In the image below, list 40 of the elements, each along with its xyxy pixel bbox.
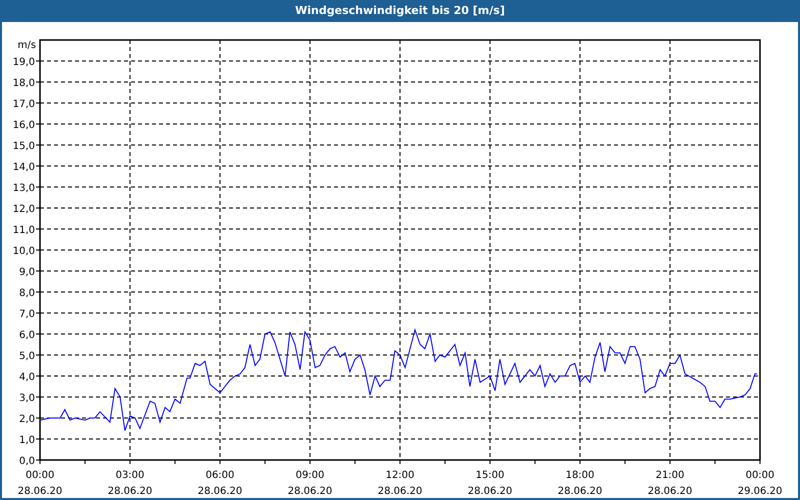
x-date-label: 28.06.20 [648,486,692,497]
x-date-label: 28.06.20 [288,486,332,497]
y-tick-label: 4,0 [19,372,35,383]
y-tick-label: 11,0 [12,225,35,236]
x-tick-label: 00:00 [746,470,774,481]
x-date-label: 29.06.20 [738,486,782,497]
y-tick-label: 7,0 [19,309,35,320]
x-date-label: 28.06.20 [558,486,602,497]
y-tick-label: 8,0 [19,288,35,299]
y-tick-label: 5,0 [19,351,35,362]
x-tick-label: 12:00 [386,470,414,481]
y-tick-label: 19,0 [12,57,35,68]
window-title: Windgeschwindigkeit bis 20 [m/s] [294,2,506,19]
x-date-label: 28.06.20 [18,486,62,497]
y-tick-label: 0,0 [19,456,35,467]
y-axis-unit: m/s [18,40,36,51]
x-tick-label: 03:00 [116,470,144,481]
x-tick-label: 09:00 [296,470,324,481]
y-tick-label: 1,0 [19,435,35,446]
y-tick-label: 14,0 [12,162,35,173]
x-date-label: 28.06.20 [378,486,422,497]
y-tick-label: 2,0 [19,414,35,425]
x-date-label: 28.06.20 [108,486,152,497]
y-tick-label: 17,0 [12,99,35,110]
y-tick-label: 16,0 [12,120,35,131]
x-date-label: 28.06.20 [198,486,242,497]
y-tick-label: 12,0 [12,204,35,215]
x-tick-label: 06:00 [206,470,234,481]
x-date-label: 28.06.20 [468,486,512,497]
y-tick-label: 18,0 [12,78,35,89]
x-tick-label: 15:00 [476,470,504,481]
y-tick-label: 6,0 [19,330,35,341]
x-tick-label: 00:00 [26,470,54,481]
y-tick-label: 13,0 [12,183,35,194]
y-tick-label: 10,0 [12,246,35,257]
y-tick-label: 15,0 [12,141,35,152]
y-tick-label: 3,0 [19,393,35,404]
x-tick-label: 21:00 [656,470,684,481]
y-tick-label: 9,0 [19,267,35,278]
x-tick-label: 18:00 [566,470,594,481]
